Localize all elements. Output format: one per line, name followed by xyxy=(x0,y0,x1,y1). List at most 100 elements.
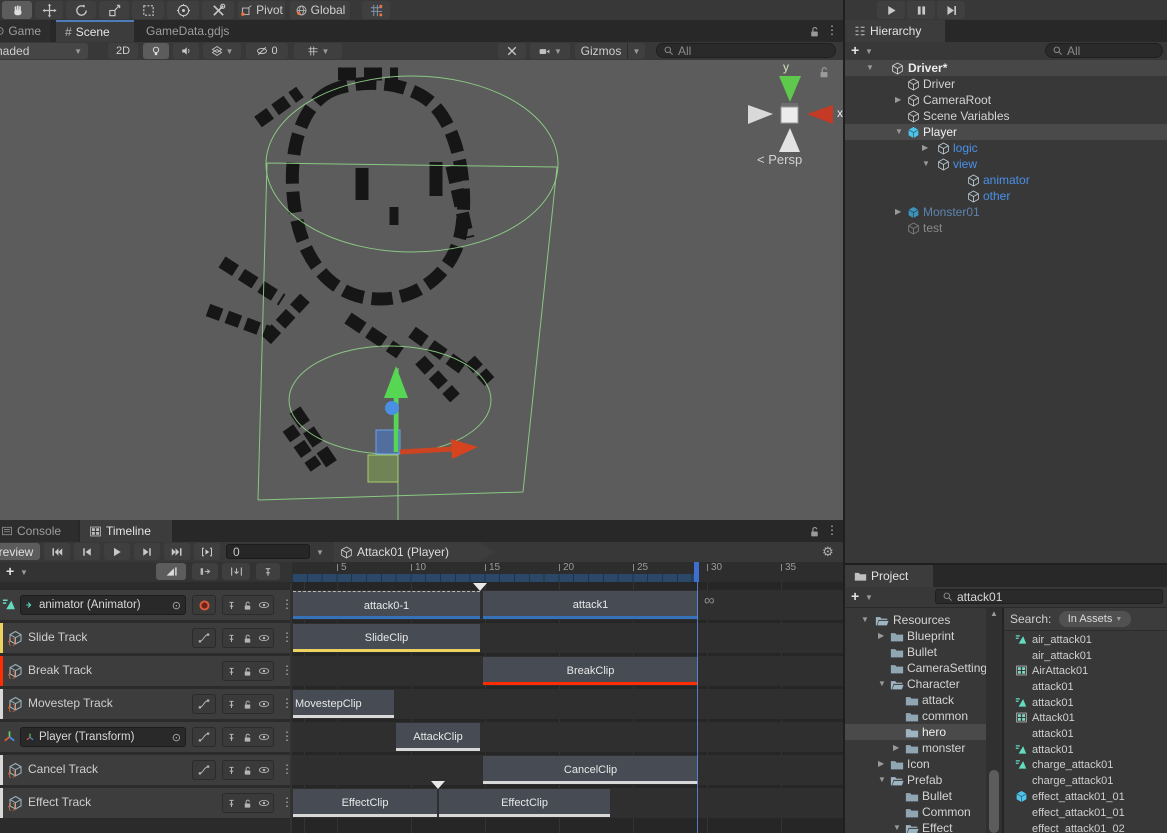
hierarchy-item-other[interactable]: other xyxy=(845,188,1167,204)
folder-tree-scrollbar[interactable]: ▲ xyxy=(986,608,1002,833)
edit-markers-button[interactable] xyxy=(256,563,280,580)
track-toggle-group[interactable] xyxy=(222,760,274,780)
timeline-breadcrumb[interactable]: Attack01 (Player) xyxy=(334,542,494,562)
scrollbar-up-icon[interactable]: ▲ xyxy=(990,609,998,618)
track-movestep[interactable]: Movestep Track ⋮ xyxy=(0,689,290,719)
curves-button[interactable] xyxy=(192,727,216,747)
rotation-lock-icon[interactable] xyxy=(817,65,831,79)
clip-end-marker[interactable] xyxy=(473,583,487,591)
move-tool-button[interactable] xyxy=(35,1,63,19)
folder-character[interactable]: ▼ Character xyxy=(845,676,1002,692)
clip-break[interactable]: BreakClip xyxy=(483,657,698,685)
frame-number-field[interactable]: 0 xyxy=(226,544,310,559)
timeline-panel-lock-icon[interactable] xyxy=(808,525,821,538)
clip-cancel[interactable]: CancelClip xyxy=(483,756,698,784)
expander-icon[interactable]: ▶ xyxy=(878,631,884,640)
result-item[interactable]: charge_attack01 xyxy=(1004,757,1166,772)
play-button[interactable] xyxy=(877,1,905,19)
tab-game[interactable]: Game xyxy=(0,20,50,42)
expander-icon[interactable]: ▼ xyxy=(861,615,869,624)
folder-camerasetting[interactable]: CameraSetting xyxy=(845,660,1002,676)
folder-bullet[interactable]: Bullet xyxy=(845,644,1002,660)
scene-viewport[interactable]: y x < Persp xyxy=(0,60,843,520)
gizmos-dropdown[interactable]: Gizmos ▼ xyxy=(575,43,649,59)
hand-tool-button[interactable] xyxy=(2,1,32,19)
folder-attack[interactable]: attack xyxy=(845,692,1002,708)
expander-icon[interactable]: ▶ xyxy=(895,95,901,104)
expander-icon[interactable]: ▼ xyxy=(893,823,901,832)
projection-mode-label[interactable]: < Persp xyxy=(757,152,802,167)
gizmo-axis-y-label[interactable]: y xyxy=(783,60,789,74)
playhead-handle[interactable] xyxy=(694,562,699,582)
add-track-dropdown-icon[interactable]: ▼ xyxy=(20,568,28,577)
track-toggle-group[interactable] xyxy=(222,595,274,615)
track-toggle-group[interactable] xyxy=(222,793,274,813)
track-cancel[interactable]: Cancel Track ⋮ xyxy=(0,755,290,785)
prev-frame-button[interactable] xyxy=(74,543,100,560)
replace-mode-button[interactable] xyxy=(222,563,250,580)
track-menu-icon[interactable]: ⋮ xyxy=(281,597,293,611)
result-item[interactable]: attack01 xyxy=(1004,726,1166,741)
2d-toggle-button[interactable]: 2D xyxy=(108,43,138,59)
hierarchy-item-animator[interactable]: animator xyxy=(845,172,1167,188)
tab-timeline[interactable]: Timeline xyxy=(80,520,172,542)
goto-start-button[interactable] xyxy=(44,543,70,560)
tab-hierarchy[interactable]: Hierarchy xyxy=(845,20,945,42)
hierarchy-add-button[interactable]: + xyxy=(851,42,859,58)
folder-hero[interactable]: hero xyxy=(845,724,1002,740)
result-item[interactable]: effect_attack01_02 xyxy=(1004,821,1166,833)
playhead-line[interactable] xyxy=(697,582,698,833)
timeline-panel-menu-icon[interactable]: ⋮ xyxy=(826,523,838,537)
goto-end-button[interactable] xyxy=(164,543,190,560)
global-toggle-button[interactable]: Global xyxy=(290,1,350,19)
expander-icon[interactable]: ▶ xyxy=(893,743,899,752)
hierarchy-item-scene-driver[interactable]: ▼ Driver* xyxy=(845,60,1167,76)
track-break[interactable]: Break Track ⋮ xyxy=(0,656,290,686)
hierarchy-item-test[interactable]: test xyxy=(845,220,1167,236)
scene-grid-dropdown[interactable]: ▼ xyxy=(294,43,342,59)
track-player-transform[interactable]: Player (Transform) ⊙ ⋮ xyxy=(0,722,290,752)
transform-tool-button[interactable] xyxy=(167,1,199,19)
custom-tools-button[interactable] xyxy=(202,1,234,19)
clip-attack0-1[interactable]: attack0-1 xyxy=(293,591,480,619)
expander-icon[interactable]: ▼ xyxy=(922,159,930,168)
project-add-dropdown-icon[interactable]: ▼ xyxy=(865,593,873,602)
result-item[interactable]: air_attack01 xyxy=(1004,648,1166,663)
scene-tools-button[interactable] xyxy=(498,43,526,59)
shading-mode-dropdown[interactable]: Shaded ▼ xyxy=(0,43,88,59)
object-picker-icon[interactable]: ⊙ xyxy=(172,599,181,612)
expander-icon[interactable]: ▶ xyxy=(922,143,928,152)
folder-effect[interactable]: ▼ Effect xyxy=(845,820,1002,833)
track-effect[interactable]: Effect Track ⋮ xyxy=(0,788,290,818)
mix-mode-button[interactable] xyxy=(156,563,186,580)
ripple-mode-button[interactable] xyxy=(192,563,218,580)
hierarchy-search-field[interactable]: All xyxy=(1045,43,1163,58)
track-toggle-group[interactable] xyxy=(222,694,274,714)
frame-field-dropdown-icon[interactable]: ▼ xyxy=(316,548,324,557)
scale-tool-button[interactable] xyxy=(99,1,129,19)
tab-project[interactable]: Project xyxy=(845,565,933,587)
object-picker-icon[interactable]: ⊙ xyxy=(172,731,181,744)
folder-prefab[interactable]: ▼ Prefab xyxy=(845,772,1002,788)
scrollbar-thumb[interactable] xyxy=(989,770,999,833)
timeline-settings-gear-icon[interactable]: ⚙ xyxy=(822,544,834,560)
track-toggle-group[interactable] xyxy=(222,628,274,648)
rotate-tool-button[interactable] xyxy=(66,1,96,19)
track-menu-icon[interactable]: ⋮ xyxy=(281,795,293,809)
expander-icon[interactable]: ▼ xyxy=(866,63,874,72)
folder-blueprint[interactable]: ▶ Blueprint xyxy=(845,628,1002,644)
scene-effects-dropdown[interactable]: ▼ xyxy=(203,43,241,59)
clip-boundary-marker[interactable] xyxy=(431,781,445,789)
timeline-ruler[interactable]: 5 10 15 20 25 30 35 xyxy=(292,562,843,582)
project-search-field[interactable]: attack01 xyxy=(935,589,1163,604)
record-button[interactable] xyxy=(192,595,216,615)
result-item[interactable]: effect_attack01_01 xyxy=(1004,805,1166,820)
scene-visibility-button[interactable]: 0 xyxy=(246,43,288,59)
folder-prefab-bullet[interactable]: Bullet xyxy=(845,788,1002,804)
add-track-button[interactable]: + xyxy=(6,563,14,579)
result-item[interactable]: attack01 xyxy=(1004,695,1166,710)
scene-camera-dropdown[interactable]: ▼ xyxy=(530,43,570,59)
folder-common[interactable]: common xyxy=(845,708,1002,724)
tab-gamedata[interactable]: GameData.gdjs xyxy=(137,20,249,42)
clip-effect-1[interactable]: EffectClip xyxy=(293,789,437,817)
